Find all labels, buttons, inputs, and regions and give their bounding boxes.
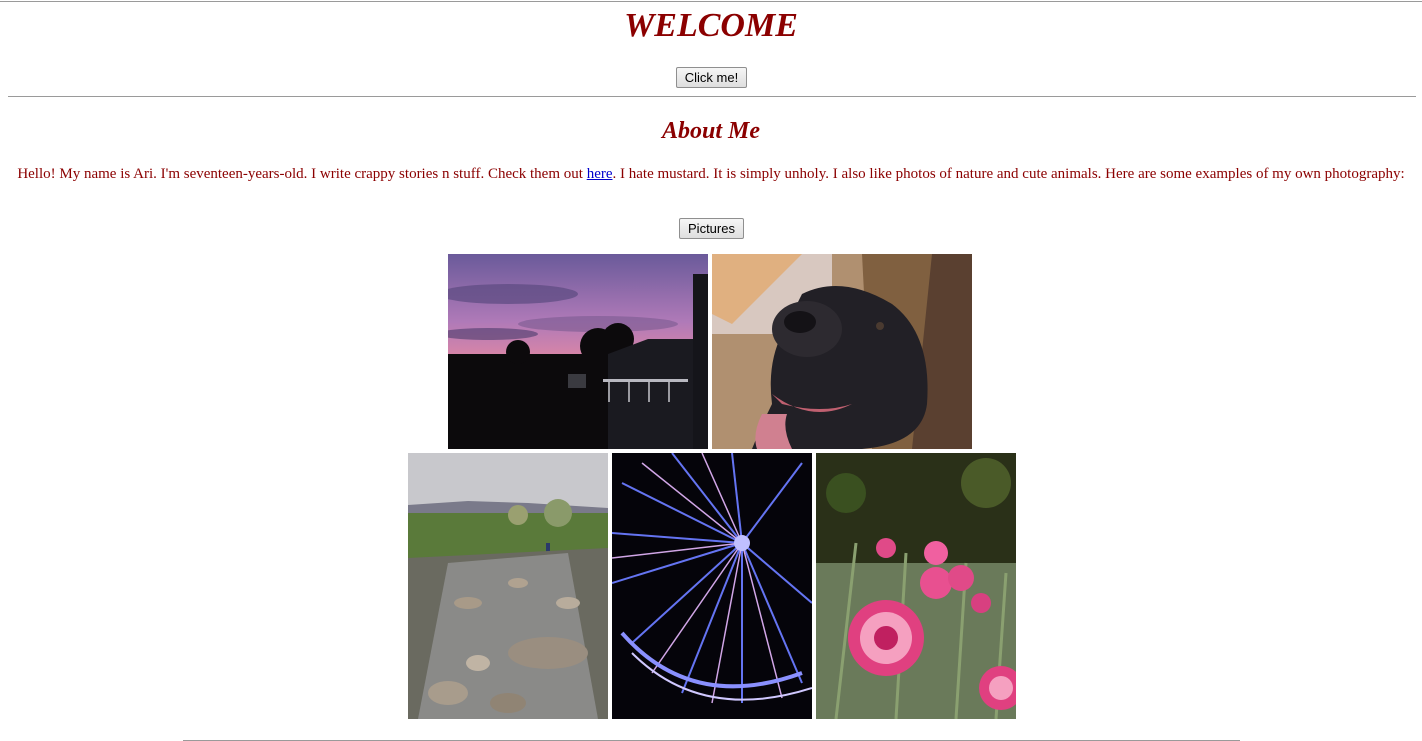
welcome-heading: WELCOME	[624, 7, 798, 44]
ferris-wheel-photo	[612, 453, 812, 719]
stream-photo	[408, 453, 608, 719]
stories-link[interactable]: here	[587, 166, 613, 182]
dog-photo	[712, 254, 972, 449]
flowers-photo	[816, 453, 1016, 719]
top-divider	[0, 1, 1422, 2]
click-me-button[interactable]: Click me!	[676, 67, 747, 88]
section-divider	[8, 96, 1416, 97]
bio-text-end: . I hate mustard. It is simply unholy. I…	[612, 166, 1405, 182]
sunset-photo	[448, 254, 708, 449]
bio-paragraph: Hello! My name is Ari. I'm seventeen-yea…	[8, 165, 1414, 183]
pictures-button[interactable]: Pictures	[679, 218, 744, 239]
about-me-heading: About Me	[661, 118, 760, 144]
page: WELCOME Click me! About Me Hello! My nam…	[0, 0, 1422, 741]
bio-text-start: Hello! My name is Ari. I'm seventeen-yea…	[17, 166, 587, 182]
